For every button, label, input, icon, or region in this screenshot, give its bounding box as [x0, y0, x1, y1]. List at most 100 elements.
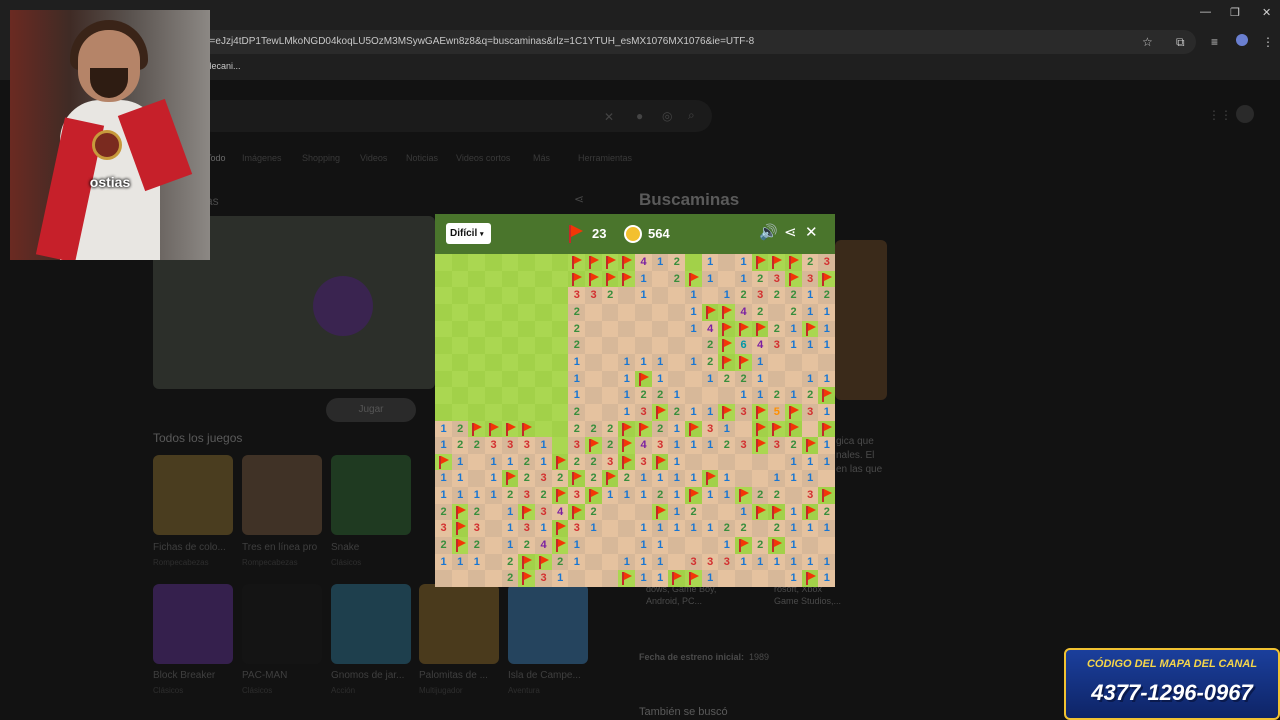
minefield-cell[interactable]: 1 — [635, 537, 652, 555]
game-title-1[interactable]: Fichas de colo... — [153, 542, 226, 553]
minefield-cell[interactable] — [685, 370, 702, 388]
minefield-cell[interactable] — [801, 353, 819, 371]
minefield-cell[interactable]: 1 — [685, 520, 702, 538]
minefield-cell[interactable] — [535, 420, 552, 438]
minefield-cell[interactable] — [668, 353, 686, 371]
minefield-cell[interactable] — [601, 470, 619, 488]
minefield-cell[interactable] — [468, 353, 486, 371]
minefield-cell[interactable]: 1 — [635, 570, 652, 588]
minefield-cell[interactable] — [451, 503, 469, 521]
minefield-cell[interactable]: 2 — [568, 420, 586, 438]
minefield-cell[interactable]: 2 — [518, 453, 536, 471]
minefield-cell[interactable] — [468, 287, 486, 305]
clear-icon[interactable]: ✕ — [604, 110, 614, 124]
minefield-cell[interactable] — [435, 353, 452, 371]
minefield-cell[interactable] — [485, 287, 502, 305]
search-icon[interactable]: ⌕ — [688, 108, 695, 123]
menu-icon[interactable]: ⋮ — [1262, 35, 1274, 49]
minefield-cell[interactable] — [468, 420, 486, 438]
minefield-cell[interactable] — [468, 387, 486, 405]
minefield-cell[interactable] — [618, 320, 636, 338]
minefield-cell[interactable]: 1 — [651, 254, 669, 271]
minefield-cell[interactable] — [718, 254, 736, 271]
minefield-cell[interactable]: 1 — [635, 470, 652, 488]
minefield-cell[interactable]: 1 — [535, 437, 552, 455]
minefield-cell[interactable] — [435, 370, 452, 388]
minefield-cell[interactable]: 1 — [435, 553, 452, 571]
minefield-cell[interactable]: 2 — [468, 537, 486, 555]
minefield-cell[interactable] — [485, 320, 502, 338]
minefield-cell[interactable]: 2 — [685, 503, 702, 521]
minefield-cell[interactable]: 1 — [568, 537, 586, 555]
knowledge-panel-image[interactable] — [835, 240, 887, 400]
minefield-cell[interactable] — [601, 337, 619, 355]
minefield-cell[interactable] — [785, 403, 802, 421]
minefield-cell[interactable]: 1 — [635, 553, 652, 571]
minefield-cell[interactable]: 2 — [668, 254, 686, 271]
minefield-cell[interactable] — [618, 337, 636, 355]
minefield-cell[interactable] — [735, 320, 752, 338]
minefield-cell[interactable] — [668, 553, 686, 571]
minefield-cell[interactable]: 1 — [451, 487, 469, 505]
minefield-cell[interactable] — [618, 254, 636, 271]
minefield-cell[interactable]: 3 — [718, 553, 736, 571]
minefield-cell[interactable] — [585, 537, 602, 555]
minefield-cell[interactable] — [535, 270, 552, 288]
minefield-cell[interactable] — [601, 537, 619, 555]
minefield-cell[interactable] — [718, 503, 736, 521]
minefield-cell[interactable] — [501, 353, 519, 371]
minefield-cell[interactable]: 4 — [535, 537, 552, 555]
minefield-cell[interactable]: 1 — [485, 453, 502, 471]
minefield-cell[interactable] — [551, 270, 569, 288]
minefield-cell[interactable]: 3 — [435, 520, 452, 538]
minefield-cell[interactable] — [585, 437, 602, 455]
tab-herramientas[interactable]: Herramientas — [578, 153, 632, 163]
minefield-cell[interactable] — [585, 353, 602, 371]
minefield-cell[interactable] — [585, 570, 602, 588]
minefield-cell[interactable]: 1 — [651, 553, 669, 571]
minefield-cell[interactable]: 3 — [701, 553, 719, 571]
minefield-cell[interactable]: 1 — [785, 503, 802, 521]
minefield-cell[interactable]: 1 — [801, 303, 819, 321]
minefield-cell[interactable]: 1 — [801, 553, 819, 571]
minefield-cell[interactable]: 2 — [435, 503, 452, 521]
minefield-cell[interactable] — [751, 570, 769, 588]
minefield-cell[interactable] — [701, 537, 719, 555]
minefield-cell[interactable] — [485, 337, 502, 355]
minefield-cell[interactable] — [568, 570, 586, 588]
minefield-cell[interactable]: 1 — [701, 270, 719, 288]
minefield-cell[interactable]: 2 — [585, 420, 602, 438]
minefield-cell[interactable]: 1 — [568, 353, 586, 371]
minefield-cell[interactable]: 1 — [735, 503, 752, 521]
minefield-cell[interactable] — [735, 537, 752, 555]
minefield-cell[interactable] — [551, 287, 569, 305]
minefield-cell[interactable] — [568, 254, 586, 271]
extensions-icon[interactable]: ⧉ — [1176, 35, 1185, 50]
minefield-cell[interactable]: 2 — [601, 437, 619, 455]
minefield-cell[interactable]: 1 — [651, 470, 669, 488]
minefield-cell[interactable] — [818, 353, 836, 371]
minefield-cell[interactable] — [718, 453, 736, 471]
minefield-cell[interactable] — [485, 303, 502, 321]
minefield-cell[interactable]: 1 — [568, 370, 586, 388]
minefield-cell[interactable] — [668, 320, 686, 338]
minefield-cell[interactable] — [501, 387, 519, 405]
minefield-cell[interactable] — [501, 270, 519, 288]
minefield-cell[interactable]: 4 — [735, 303, 752, 321]
minefield-cell[interactable]: 1 — [468, 487, 486, 505]
search-input[interactable] — [196, 100, 712, 132]
minefield-cell[interactable]: 1 — [501, 537, 519, 555]
minefield-cell[interactable] — [651, 403, 669, 421]
minefield-cell[interactable]: 1 — [818, 303, 836, 321]
minefield-cell[interactable] — [751, 254, 769, 271]
minefield-cell[interactable] — [518, 287, 536, 305]
minefield-cell[interactable] — [551, 370, 569, 388]
minefield-cell[interactable]: 2 — [718, 437, 736, 455]
minefield-cell[interactable]: 1 — [635, 520, 652, 538]
minefield-cell[interactable] — [485, 254, 502, 271]
mic-icon[interactable]: ● — [636, 109, 643, 123]
minefield-cell[interactable]: 1 — [751, 387, 769, 405]
minefield-cell[interactable]: 2 — [668, 270, 686, 288]
minefield-cell[interactable] — [501, 287, 519, 305]
minefield-cell[interactable]: 1 — [718, 537, 736, 555]
